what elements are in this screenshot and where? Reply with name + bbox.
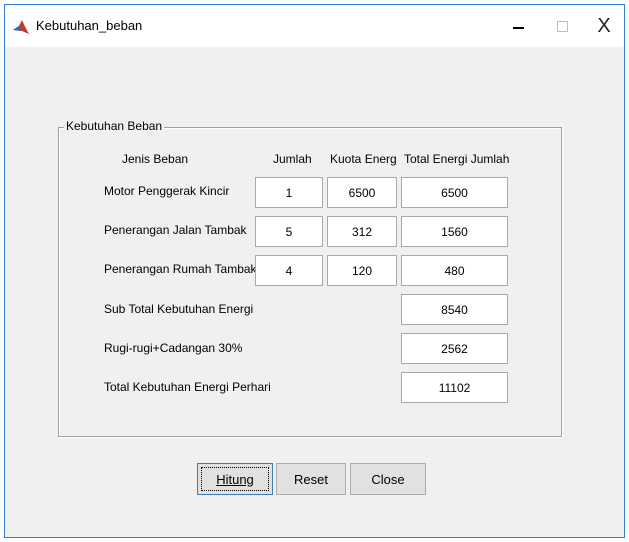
window-title: Kebutuhan_beban [36, 18, 143, 33]
column-header-kuota: Kuota Energ [330, 152, 397, 166]
jumlah-field-rumah[interactable]: 4 [255, 255, 323, 286]
row-label-motor: Motor Penggerak Kincir [104, 184, 230, 198]
total-field-jalan[interactable]: 1560 [401, 216, 508, 247]
matlab-icon [12, 18, 30, 36]
maximize-button[interactable] [540, 5, 584, 47]
jumlah-field-jalan[interactable]: 5 [255, 216, 323, 247]
minimize-icon [512, 27, 524, 29]
column-header-jenis: Jenis Beban [122, 152, 189, 166]
total-field-rumah[interactable]: 480 [401, 255, 508, 286]
kuota-field-motor[interactable]: 6500 [327, 177, 397, 208]
close-button[interactable]: Close [350, 463, 426, 495]
reset-button-label: Reset [294, 471, 328, 487]
row-label-jalan: Penerangan Jalan Tambak [104, 223, 247, 237]
reset-button[interactable]: Reset [276, 463, 346, 495]
rugi-rugi-field[interactable]: 2562 [401, 333, 508, 364]
title-bar[interactable]: Kebutuhan_beban X [5, 5, 624, 47]
minimize-button[interactable] [496, 5, 540, 47]
column-header-jumlah: Jumlah [273, 152, 312, 166]
hitung-button-label: Hitung [216, 471, 254, 487]
kuota-field-rumah[interactable]: 120 [327, 255, 397, 286]
total-field-motor[interactable]: 6500 [401, 177, 508, 208]
panel-title: Kebutuhan Beban [64, 119, 165, 133]
close-button-label: Close [371, 471, 405, 487]
total-perhari-field[interactable]: 11102 [401, 372, 508, 403]
close-icon: X [597, 14, 611, 37]
total-perhari-label: Total Kebutuhan Energi Perhari [104, 380, 271, 394]
jumlah-field-motor[interactable]: 1 [255, 177, 323, 208]
close-window-button[interactable]: X [582, 5, 626, 47]
maximize-icon [556, 20, 568, 32]
rugi-rugi-label: Rugi-rugi+Cadangan 30% [104, 341, 243, 355]
subtotal-field[interactable]: 8540 [401, 294, 508, 325]
column-header-total: Total Energi Jumlah [404, 152, 510, 166]
kuota-field-jalan[interactable]: 312 [327, 216, 397, 247]
row-label-rumah: Penerangan Rumah Tambak [104, 262, 257, 276]
subtotal-label: Sub Total Kebutuhan Energi [104, 302, 254, 316]
hitung-button[interactable]: Hitung [197, 463, 273, 495]
